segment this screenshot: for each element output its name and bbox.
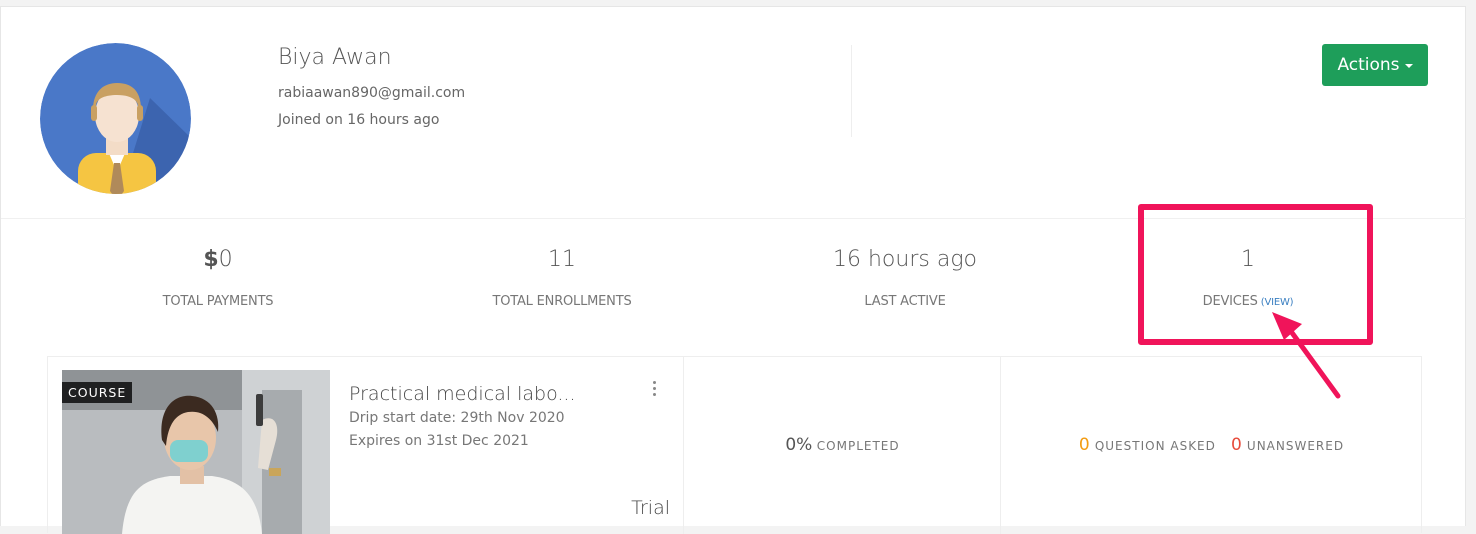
actions-label: Actions <box>1337 55 1400 75</box>
questions-column: 0 QUESTION ASKED 0 UNANSWERED <box>1000 357 1422 534</box>
drip-start-date: Drip start date: 29th Nov 2020 <box>349 410 565 426</box>
devices-highlight-box <box>1138 204 1373 345</box>
enrollment-row: COURSE Practical medical labo... Drip st… <box>47 356 1422 534</box>
plan-type: Trial <box>631 497 670 519</box>
unanswered-label: UNANSWERED <box>1246 439 1345 453</box>
header-divider <box>851 45 852 137</box>
stat-label: TOTAL PAYMENTS <box>162 294 274 309</box>
enrollments-value: 11 <box>548 247 576 272</box>
unanswered-count: 0 <box>1230 435 1242 455</box>
course-title[interactable]: Practical medical labo... <box>349 383 576 405</box>
stat-label: LAST ACTIVE <box>864 294 946 309</box>
stat-total-enrollments: 11 TOTAL ENROLLMENTS <box>412 247 712 309</box>
last-active-value: 16 hours ago <box>833 247 977 272</box>
currency-symbol: $ <box>203 247 219 272</box>
completion-status: 0% COMPLETED <box>684 435 1001 455</box>
questions-summary: 0 QUESTION ASKED 0 UNANSWERED <box>1001 435 1422 455</box>
stat-value: $0 <box>68 247 368 275</box>
joined-date: Joined on 16 hours ago <box>278 112 440 128</box>
payments-amount: 0 <box>218 247 233 272</box>
completion-label: COMPLETED <box>816 439 900 453</box>
user-avatar-icon <box>40 43 191 194</box>
user-email: rabiaawan890@gmail.com <box>278 85 466 101</box>
stat-label: TOTAL ENROLLMENTS <box>492 294 632 309</box>
questions-asked-label: QUESTION ASKED <box>1094 439 1216 453</box>
user-name: Biya Awan <box>278 45 392 70</box>
course-thumbnail[interactable]: COURSE <box>62 370 330 534</box>
stat-total-payments: $0 TOTAL PAYMENTS <box>68 247 368 309</box>
questions-asked-count: 0 <box>1078 435 1090 455</box>
course-badge: COURSE <box>62 382 133 403</box>
course-info: COURSE Practical medical labo... Drip st… <box>48 357 683 534</box>
progress-column: 0% COMPLETED <box>683 357 1001 534</box>
caret-down-icon <box>1404 64 1413 68</box>
expiry-date: Expires on 31st Dec 2021 <box>349 433 529 449</box>
completion-percent: 0% <box>785 435 813 455</box>
actions-button[interactable]: Actions <box>1322 44 1428 86</box>
stat-last-active: 16 hours ago LAST ACTIVE <box>755 247 1055 309</box>
more-options-icon[interactable] <box>648 381 660 403</box>
